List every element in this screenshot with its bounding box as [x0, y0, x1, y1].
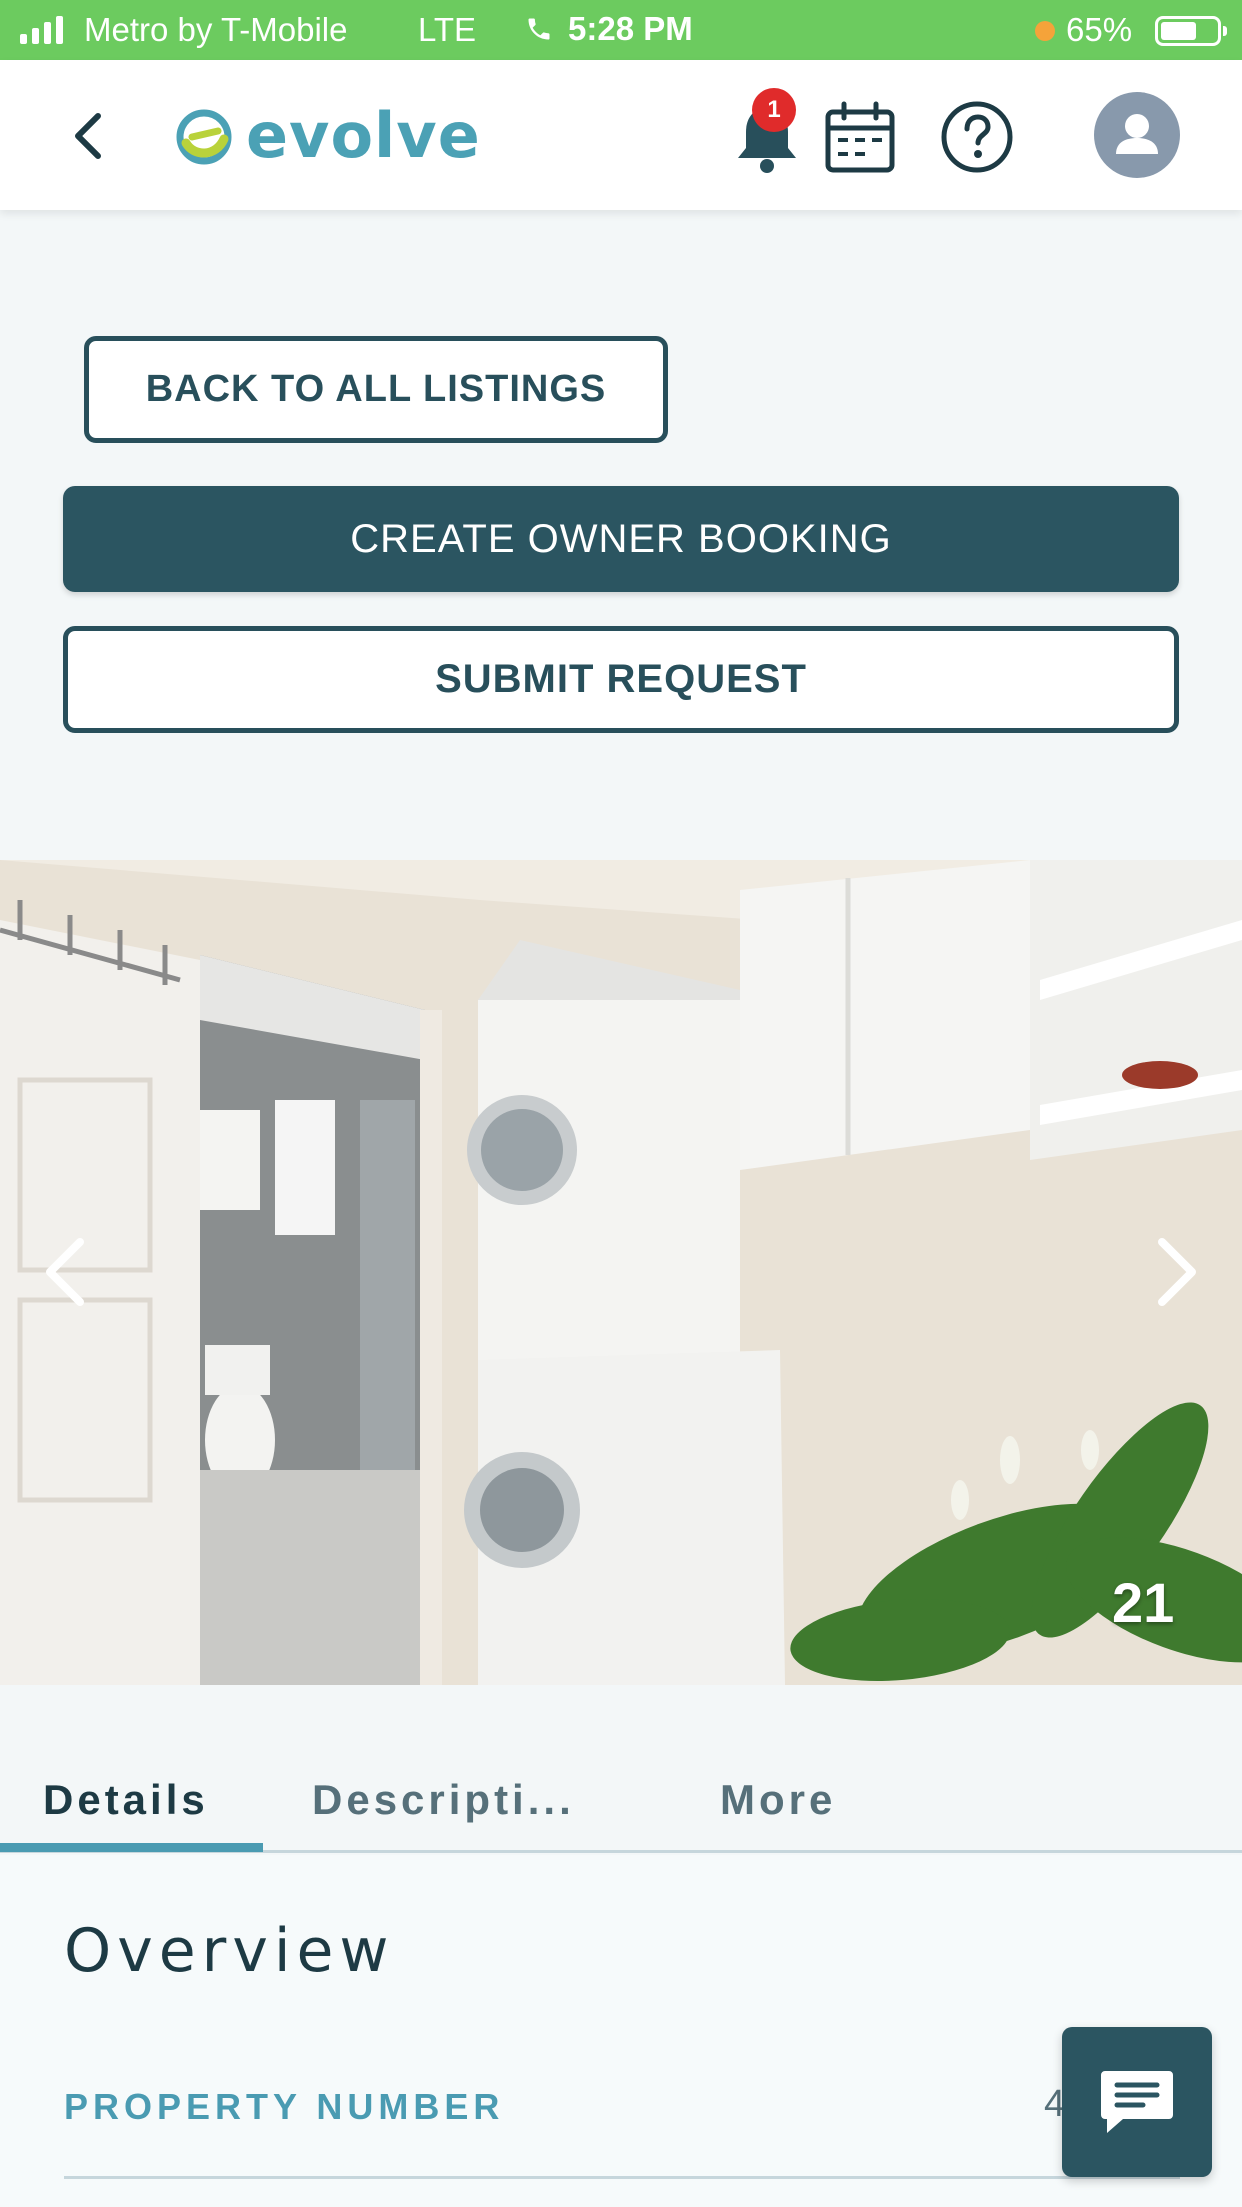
- gallery-prev-icon[interactable]: [36, 1232, 96, 1312]
- create-owner-booking-button[interactable]: CREATE OWNER BOOKING: [63, 486, 1179, 592]
- privacy-dot: [1035, 21, 1055, 41]
- overview-heading: Overview: [64, 1916, 395, 1986]
- logo-text: evolve: [246, 98, 481, 172]
- status-bar: Metro by T-Mobile LTE 5:28 PM 65%: [0, 0, 1242, 60]
- listing-photo: [0, 860, 1242, 1685]
- details-panel: [0, 1855, 1242, 2207]
- back-to-listings-button[interactable]: BACK TO ALL LISTINGS: [84, 336, 668, 443]
- chat-button[interactable]: [1062, 2027, 1212, 2177]
- signal-icon: [20, 16, 63, 44]
- battery-icon: [1155, 16, 1227, 46]
- submit-request-button[interactable]: SUBMIT REQUEST: [63, 626, 1179, 733]
- app-header: evolve 1: [0, 60, 1242, 210]
- notification-badge: 1: [752, 88, 796, 132]
- tab-bar: Details Descripti... More: [0, 1760, 1242, 1853]
- tab-more[interactable]: More: [720, 1776, 836, 1824]
- tab-details[interactable]: Details: [43, 1776, 209, 1824]
- calendar-icon[interactable]: [822, 100, 898, 176]
- help-icon[interactable]: [940, 100, 1014, 174]
- row-divider: [64, 2176, 1180, 2179]
- evolve-logo-icon: [176, 109, 232, 165]
- clock: 5:28 PM: [568, 10, 693, 47]
- evolve-logo[interactable]: evolve: [172, 98, 481, 172]
- gallery-next-icon[interactable]: [1146, 1232, 1206, 1312]
- chevron-left-icon[interactable]: [62, 108, 118, 164]
- user-icon: [1116, 114, 1158, 154]
- tab-active-indicator: [0, 1843, 263, 1852]
- user-avatar[interactable]: [1094, 92, 1180, 178]
- carrier-name: Metro by T-Mobile: [84, 11, 348, 48]
- tab-description[interactable]: Descripti...: [312, 1776, 575, 1824]
- chat-icon: [1101, 2071, 1173, 2133]
- property-number-label: PROPERTY NUMBER: [64, 2086, 505, 2127]
- photo-gallery[interactable]: [0, 860, 1242, 1685]
- network-type: LTE: [418, 11, 477, 48]
- battery-percent: 65%: [1066, 11, 1133, 48]
- phone-icon: [528, 18, 550, 40]
- photo-count: 21: [1112, 1571, 1175, 1634]
